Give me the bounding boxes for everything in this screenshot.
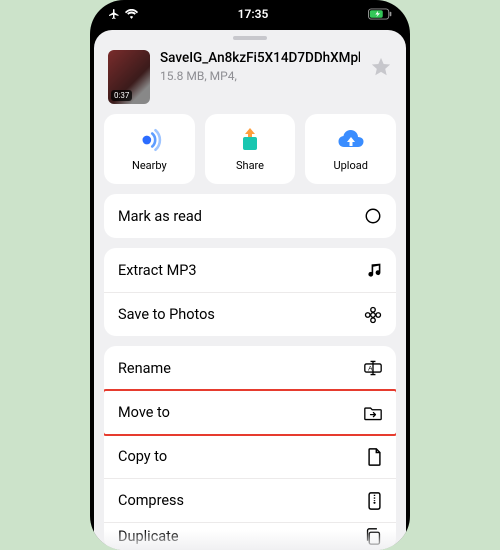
move-to-row[interactable]: Move to (104, 390, 396, 434)
status-bar: 17:35 (90, 0, 410, 28)
upload-button[interactable]: Upload (305, 114, 396, 184)
compress-label: Compress (118, 492, 184, 509)
nearby-icon (136, 126, 162, 154)
airplane-icon (108, 8, 120, 20)
battery-icon (368, 8, 392, 20)
compress-row[interactable]: Compress (104, 478, 396, 522)
upload-icon (337, 126, 365, 154)
copy-to-label: Copy to (118, 448, 167, 465)
action-sheet: 0:37 SaveIG_An8kzFi5X14D7DDhXMphRfwQ_Dte… (94, 30, 406, 550)
extract-mp3-row[interactable]: Extract MP3 (104, 248, 396, 292)
duplicate-row[interactable]: Duplicate (104, 522, 396, 550)
save-to-photos-label: Save to Photos (118, 306, 215, 323)
save-to-photos-row[interactable]: Save to Photos (104, 292, 396, 336)
document-icon (367, 448, 382, 466)
rename-icon: A (364, 360, 382, 376)
share-button[interactable]: Share (205, 114, 296, 184)
sheet-grabber[interactable] (233, 36, 267, 40)
file-meta: 15.8 MB, MP4, (160, 69, 360, 83)
wifi-icon (125, 9, 138, 19)
mark-as-read-label: Mark as read (118, 208, 202, 225)
photos-icon (364, 306, 382, 324)
zip-icon (367, 492, 382, 510)
duplicate-icon (365, 528, 382, 545)
file-header: 0:37 SaveIG_An8kzFi5X14D7DDhXMphRfwQ_Dte… (94, 48, 406, 114)
svg-text:A: A (368, 365, 373, 372)
extract-mp3-label: Extract MP3 (118, 262, 197, 279)
duplicate-label: Duplicate (118, 528, 179, 545)
favorite-button[interactable] (370, 50, 392, 82)
folder-arrow-icon (364, 405, 382, 421)
clock: 17:35 (238, 7, 269, 21)
copy-to-row[interactable]: Copy to (104, 434, 396, 478)
nearby-label: Nearby (132, 159, 167, 172)
rename-label: Rename (118, 360, 171, 377)
upload-label: Upload (333, 159, 367, 172)
video-thumbnail[interactable]: 0:37 (108, 50, 150, 104)
circle-icon (364, 207, 382, 225)
move-to-label: Move to (118, 404, 170, 421)
music-note-icon (366, 262, 382, 278)
rename-row[interactable]: Rename A (104, 346, 396, 390)
share-icon (238, 126, 262, 154)
file-name: SaveIG_An8kzFi5X14D7DDhXMphRfwQ_DteM6vka… (160, 50, 360, 67)
duration-badge: 0:37 (111, 90, 132, 101)
share-label: Share (236, 159, 264, 172)
mark-as-read-row[interactable]: Mark as read (104, 194, 396, 238)
nearby-button[interactable]: Nearby (104, 114, 195, 184)
